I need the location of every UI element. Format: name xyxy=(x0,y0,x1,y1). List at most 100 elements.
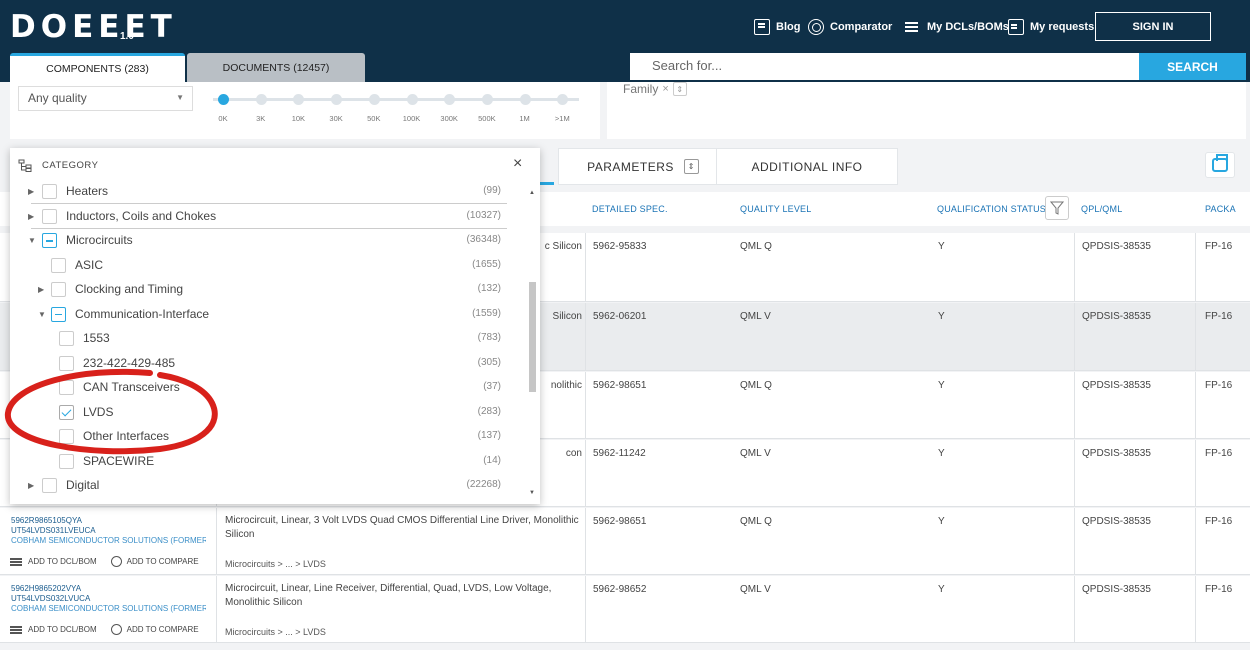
category-checkbox[interactable] xyxy=(42,478,57,493)
col-qpl-qml[interactable]: QPL/QML xyxy=(1081,204,1122,214)
chevron-down-icon[interactable]: ▼ xyxy=(38,310,46,319)
category-checkbox[interactable] xyxy=(51,306,66,322)
package: FP-16 xyxy=(1205,311,1233,322)
tab-documents[interactable]: DOCUMENTS (12457) xyxy=(187,53,365,82)
slider-step-label: 0K xyxy=(218,114,228,123)
category-checkbox[interactable] xyxy=(42,208,57,224)
part-number-link[interactable]: 5962H9865202VYA xyxy=(11,584,81,593)
add-to-compare-button[interactable]: ADD TO COMPARE xyxy=(127,557,199,566)
slider-step-dot[interactable] xyxy=(255,94,267,105)
print-button[interactable] xyxy=(1205,152,1235,178)
col-package[interactable]: PACKA xyxy=(1205,204,1236,214)
category-item[interactable]: ▼ Microcircuits (36348) xyxy=(10,229,510,253)
category-item[interactable]: ▶ Heaters (99) xyxy=(10,182,510,204)
slider-step-label: 3K xyxy=(256,114,266,123)
category-checkbox[interactable] xyxy=(59,404,74,420)
category-item[interactable]: ▼ Communication-Interface (1559) xyxy=(10,303,510,327)
category-item[interactable]: 1553 (783) xyxy=(10,327,510,351)
nav-my-requests[interactable]: My requests xyxy=(1008,16,1094,38)
sign-in-button[interactable]: SIGN IN xyxy=(1095,12,1211,41)
category-checkbox[interactable] xyxy=(42,233,57,248)
filter-button[interactable] xyxy=(1045,196,1069,220)
tab-components[interactable]: COMPONENTS (283) xyxy=(10,53,185,82)
category-item[interactable]: ▶ Inductors, Coils and Chokes (10327) xyxy=(10,205,510,229)
category-label: Inductors, Coils and Chokes xyxy=(66,208,217,223)
sort-icon[interactable]: ⇕ xyxy=(672,82,687,96)
family-tag[interactable]: Family × ⇕ xyxy=(623,82,687,96)
tab-parameters[interactable]: PARAMETERS ⇕ xyxy=(558,148,728,185)
table-row[interactable]: 5962H9865202VYA UT54LVDS032LVUCA COBHAM SE… xyxy=(0,576,1250,643)
category-label: 232-422-429-485 xyxy=(83,355,176,370)
category-item[interactable]: CAN Transceivers (37) xyxy=(10,376,510,400)
chevron-down-icon[interactable]: ▼ xyxy=(28,236,36,245)
category-breadcrumb[interactable]: Microcircuits > ... > LVDS xyxy=(225,627,326,637)
quality-select[interactable]: Any quality ▼ xyxy=(18,86,193,111)
add-to-dcl-button[interactable]: ADD TO DCL/BOM xyxy=(28,625,97,634)
scroll-down-icon[interactable]: ▼ xyxy=(529,490,535,496)
category-label: LVDS xyxy=(83,404,114,419)
package: FP-16 xyxy=(1205,380,1233,391)
close-icon[interactable]: × xyxy=(513,155,522,173)
slider-step-dot[interactable] xyxy=(293,94,305,105)
category-scrollbar[interactable]: ▲ ▼ xyxy=(527,182,537,500)
category-item[interactable]: ▶ Clocking and Timing (132) xyxy=(10,278,510,302)
category-item[interactable]: ASIC (1655) xyxy=(10,254,510,278)
category-checkbox[interactable] xyxy=(51,257,66,273)
slider-step-dot[interactable] xyxy=(218,94,229,105)
col-quality-level[interactable]: QUALITY LEVEL xyxy=(740,204,811,214)
slider-step-dot[interactable] xyxy=(331,94,343,105)
logo[interactable]: DOEEET xyxy=(10,9,177,45)
category-item[interactable]: ▶ Digital (22268) xyxy=(10,474,510,498)
close-icon[interactable]: × xyxy=(662,83,668,95)
category-count: (137) xyxy=(477,430,501,441)
document-icon xyxy=(1008,19,1024,35)
tab-additional-info[interactable]: ADDITIONAL INFO xyxy=(716,148,898,185)
category-item[interactable]: LVDS (283) xyxy=(10,401,510,425)
category-checkbox[interactable] xyxy=(42,184,57,199)
category-breadcrumb[interactable]: Microcircuits > ... > LVDS xyxy=(225,559,326,569)
chevron-right-icon[interactable]: ▶ xyxy=(28,187,34,196)
nav-comparator[interactable]: Comparator xyxy=(808,16,892,38)
slider-step-dot[interactable] xyxy=(481,94,493,105)
category-checkbox[interactable] xyxy=(59,355,74,371)
slider-step-dot[interactable] xyxy=(368,94,380,105)
comparator-icon xyxy=(110,556,122,567)
filter-icon xyxy=(1050,201,1064,215)
chevron-right-icon[interactable]: ▶ xyxy=(28,212,34,221)
col-qualification-status[interactable]: QUALIFICATION STATUS xyxy=(937,204,1046,214)
category-checkbox[interactable] xyxy=(51,282,66,297)
part-model-link[interactable]: UT54LVDS032LVUCA xyxy=(11,594,90,603)
part-model-link[interactable]: UT54LVDS031LVEUCA xyxy=(11,526,96,535)
manufacturer-link[interactable]: COBHAM SEMICONDUCTOR SOLUTIONS (FORMERL.… xyxy=(11,536,206,545)
search-button[interactable]: SEARCH xyxy=(1139,53,1246,80)
category-count: (22268) xyxy=(466,479,501,490)
scroll-thumb[interactable] xyxy=(529,282,536,392)
nav-my-dcls[interactable]: My DCLs/BOMs xyxy=(905,16,1009,38)
column-divider xyxy=(585,440,586,506)
category-checkbox[interactable] xyxy=(59,380,74,395)
add-to-dcl-button[interactable]: ADD TO DCL/BOM xyxy=(28,557,97,566)
category-checkbox[interactable] xyxy=(59,331,74,346)
table-row[interactable]: 5962R9865105QYA UT54LVDS031LVEUCA COBHAM S… xyxy=(0,508,1250,575)
slider-step-dot[interactable] xyxy=(406,94,418,105)
category-checkbox[interactable] xyxy=(59,429,74,444)
category-item[interactable]: SPACEWIRE (14) xyxy=(10,450,510,474)
add-to-compare-button[interactable]: ADD TO COMPARE xyxy=(127,625,199,634)
category-item[interactable]: Other Interfaces (137) xyxy=(10,425,510,449)
slider-step-dot[interactable] xyxy=(444,94,456,105)
category-checkbox[interactable] xyxy=(59,453,74,469)
qpl-qml: QPDSIS-38535 xyxy=(1082,311,1151,322)
slider-step-dot[interactable] xyxy=(557,94,569,105)
scroll-up-icon[interactable]: ▲ xyxy=(529,190,535,196)
part-number-link[interactable]: 5962R9865105QYA xyxy=(11,516,82,525)
search-input[interactable]: Search for... xyxy=(630,53,1139,80)
nav-blog[interactable]: Blog xyxy=(754,16,800,38)
slider-step-dot[interactable] xyxy=(519,94,531,105)
category-label: Heaters xyxy=(66,184,109,198)
category-item[interactable]: 232-422-429-485 (305) xyxy=(10,352,510,376)
chevron-right-icon[interactable]: ▶ xyxy=(38,285,44,294)
chevron-right-icon[interactable]: ▶ xyxy=(28,481,34,490)
col-detailed-spec[interactable]: DETAILED SPEC. xyxy=(592,204,668,214)
sort-icon[interactable]: ⇕ xyxy=(683,159,699,174)
manufacturer-link[interactable]: COBHAM SEMICONDUCTOR SOLUTIONS (FORMERL.… xyxy=(11,604,206,613)
